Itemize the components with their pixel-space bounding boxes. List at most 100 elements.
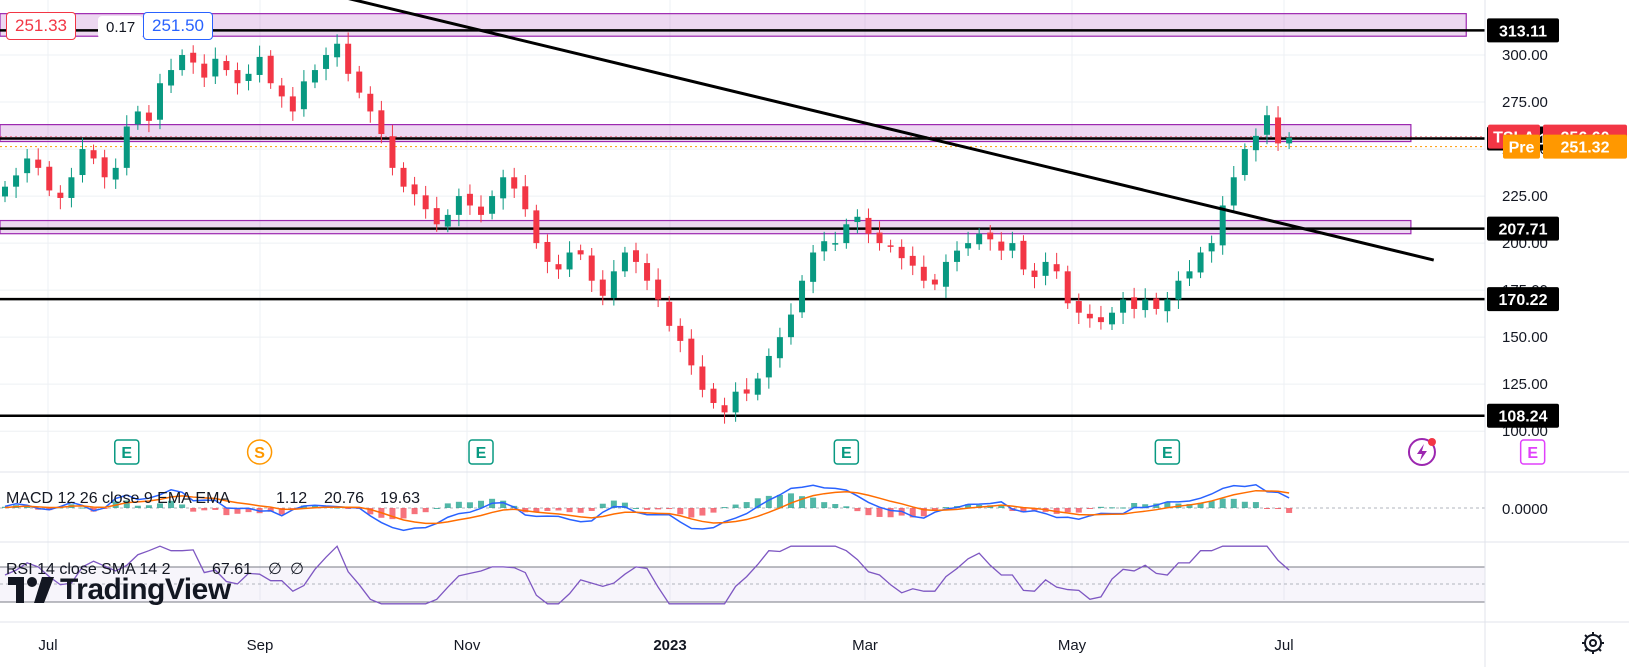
premarket-price-tag: 251.32 bbox=[1561, 140, 1610, 157]
candle-body bbox=[876, 232, 883, 244]
candle-body bbox=[433, 208, 440, 225]
candle-body bbox=[511, 177, 518, 189]
macd-histogram-bar bbox=[577, 508, 584, 513]
macd-histogram-bar bbox=[732, 504, 739, 508]
candle-body bbox=[13, 175, 20, 187]
earnings-marker-label: E bbox=[841, 445, 852, 462]
notification-dot bbox=[1427, 438, 1436, 446]
candle-body bbox=[898, 246, 905, 259]
bid-price-badge[interactable]: 251.33 bbox=[6, 12, 76, 40]
candle-body bbox=[544, 241, 551, 262]
candle-body bbox=[190, 52, 197, 63]
price-axis-tick-label: 275.00 bbox=[1502, 94, 1548, 111]
candle-body bbox=[267, 55, 274, 84]
candle-body bbox=[1120, 299, 1127, 313]
candle-body bbox=[732, 391, 739, 413]
candle-body bbox=[478, 206, 485, 215]
candle-body bbox=[201, 63, 208, 78]
time-axis[interactable]: Jul Sep Nov 2023 Mar May Jul bbox=[38, 637, 1293, 654]
candle-body bbox=[965, 243, 972, 249]
candle-body bbox=[500, 177, 507, 199]
candle-body bbox=[1186, 271, 1193, 279]
candle-body bbox=[422, 195, 429, 210]
candle-body bbox=[1142, 299, 1149, 311]
candle-body bbox=[1086, 313, 1093, 319]
candle-body bbox=[1164, 299, 1171, 312]
level-price-tag: 108.24 bbox=[1499, 409, 1548, 426]
candle-body bbox=[843, 224, 850, 244]
candle-body bbox=[112, 167, 119, 180]
candle-body bbox=[79, 149, 86, 176]
candle-body bbox=[1009, 243, 1016, 251]
macd-pane bbox=[0, 471, 1629, 532]
candle-body bbox=[1208, 243, 1215, 252]
spread-value: 0.17 bbox=[98, 16, 144, 39]
candle-body bbox=[555, 264, 562, 270]
candle-body bbox=[699, 366, 706, 390]
price-chart[interactable]: ESEEEE 300.00275.00250.00225.00200.00175… bbox=[0, 0, 1629, 667]
macd-signal-value: 19.63 bbox=[380, 490, 420, 507]
candle-body bbox=[810, 252, 817, 282]
macd-histogram-bar bbox=[688, 508, 695, 518]
candle-body bbox=[345, 43, 352, 74]
earnings-marker-label: E bbox=[1162, 445, 1173, 462]
premarket-label-tag: Pre bbox=[1509, 140, 1535, 157]
candle-body bbox=[378, 110, 385, 135]
candle-body bbox=[655, 279, 662, 300]
event-markers[interactable]: ESEEEE bbox=[114, 438, 1546, 466]
candle-body bbox=[710, 388, 717, 403]
candle-body bbox=[721, 405, 728, 413]
candle-body bbox=[987, 232, 994, 240]
gear-icon[interactable] bbox=[1580, 630, 1606, 656]
candle-body bbox=[1252, 135, 1259, 151]
candle-body bbox=[1197, 252, 1204, 273]
macd-histogram-bar bbox=[544, 508, 551, 511]
candle-body bbox=[522, 186, 529, 210]
rsi-pane bbox=[0, 541, 1629, 623]
macd-histogram-bar bbox=[599, 503, 606, 508]
macd-histogram-bar bbox=[1064, 508, 1071, 513]
macd-histogram-bar bbox=[1263, 508, 1270, 509]
price-axis[interactable]: 300.00275.00250.00225.00200.00175.00150.… bbox=[1484, 0, 1548, 667]
macd-histogram-bar bbox=[566, 508, 573, 513]
candle-body bbox=[632, 250, 639, 262]
time-axis-tick-label: Jul bbox=[1274, 637, 1293, 654]
macd-histogram-bar bbox=[810, 497, 817, 508]
candle-body bbox=[35, 159, 42, 168]
time-axis-tick-label: Mar bbox=[852, 637, 878, 654]
time-axis-tick-label: Jul bbox=[38, 637, 57, 654]
macd-histogram-bar bbox=[555, 508, 562, 511]
candle-body bbox=[765, 355, 772, 378]
candle-body bbox=[168, 70, 175, 86]
candle-body bbox=[787, 314, 794, 338]
price-axis-tick-label: 125.00 bbox=[1502, 376, 1548, 393]
level-price-tag: 207.71 bbox=[1499, 222, 1548, 239]
candle-body bbox=[334, 43, 341, 58]
candle-body bbox=[1263, 115, 1270, 135]
candle-body bbox=[610, 271, 617, 299]
candle-body bbox=[1075, 301, 1082, 313]
resistance-zones bbox=[0, 13, 1467, 235]
zone-rect bbox=[0, 219, 1412, 235]
price-axis-tick-label: 300.00 bbox=[1502, 47, 1548, 64]
macd-axis-tick-label: 0.0000 bbox=[1502, 501, 1548, 518]
price-axis-tick-label: 150.00 bbox=[1502, 329, 1548, 346]
candle-body bbox=[289, 96, 296, 112]
candle-body bbox=[1109, 312, 1115, 325]
candle-body bbox=[588, 255, 595, 281]
candle-body bbox=[57, 192, 64, 198]
candle-body bbox=[533, 210, 540, 244]
macd-histogram-bar bbox=[865, 508, 872, 516]
macd-histogram-bar bbox=[666, 508, 673, 510]
macd-histogram-bar bbox=[455, 501, 462, 508]
split-marker-label: S bbox=[254, 445, 265, 462]
candle-body bbox=[156, 83, 163, 120]
ask-price-badge[interactable]: 251.50 bbox=[143, 12, 213, 40]
macd-histogram-value: 1.12 bbox=[276, 490, 307, 507]
macd-histogram-bar bbox=[201, 508, 208, 511]
candle-body bbox=[256, 56, 263, 75]
macd-histogram-bar bbox=[854, 508, 861, 512]
macd-histogram-bar bbox=[832, 504, 839, 508]
candle-body bbox=[1064, 271, 1071, 304]
earnings-marker-label: E bbox=[476, 445, 487, 462]
